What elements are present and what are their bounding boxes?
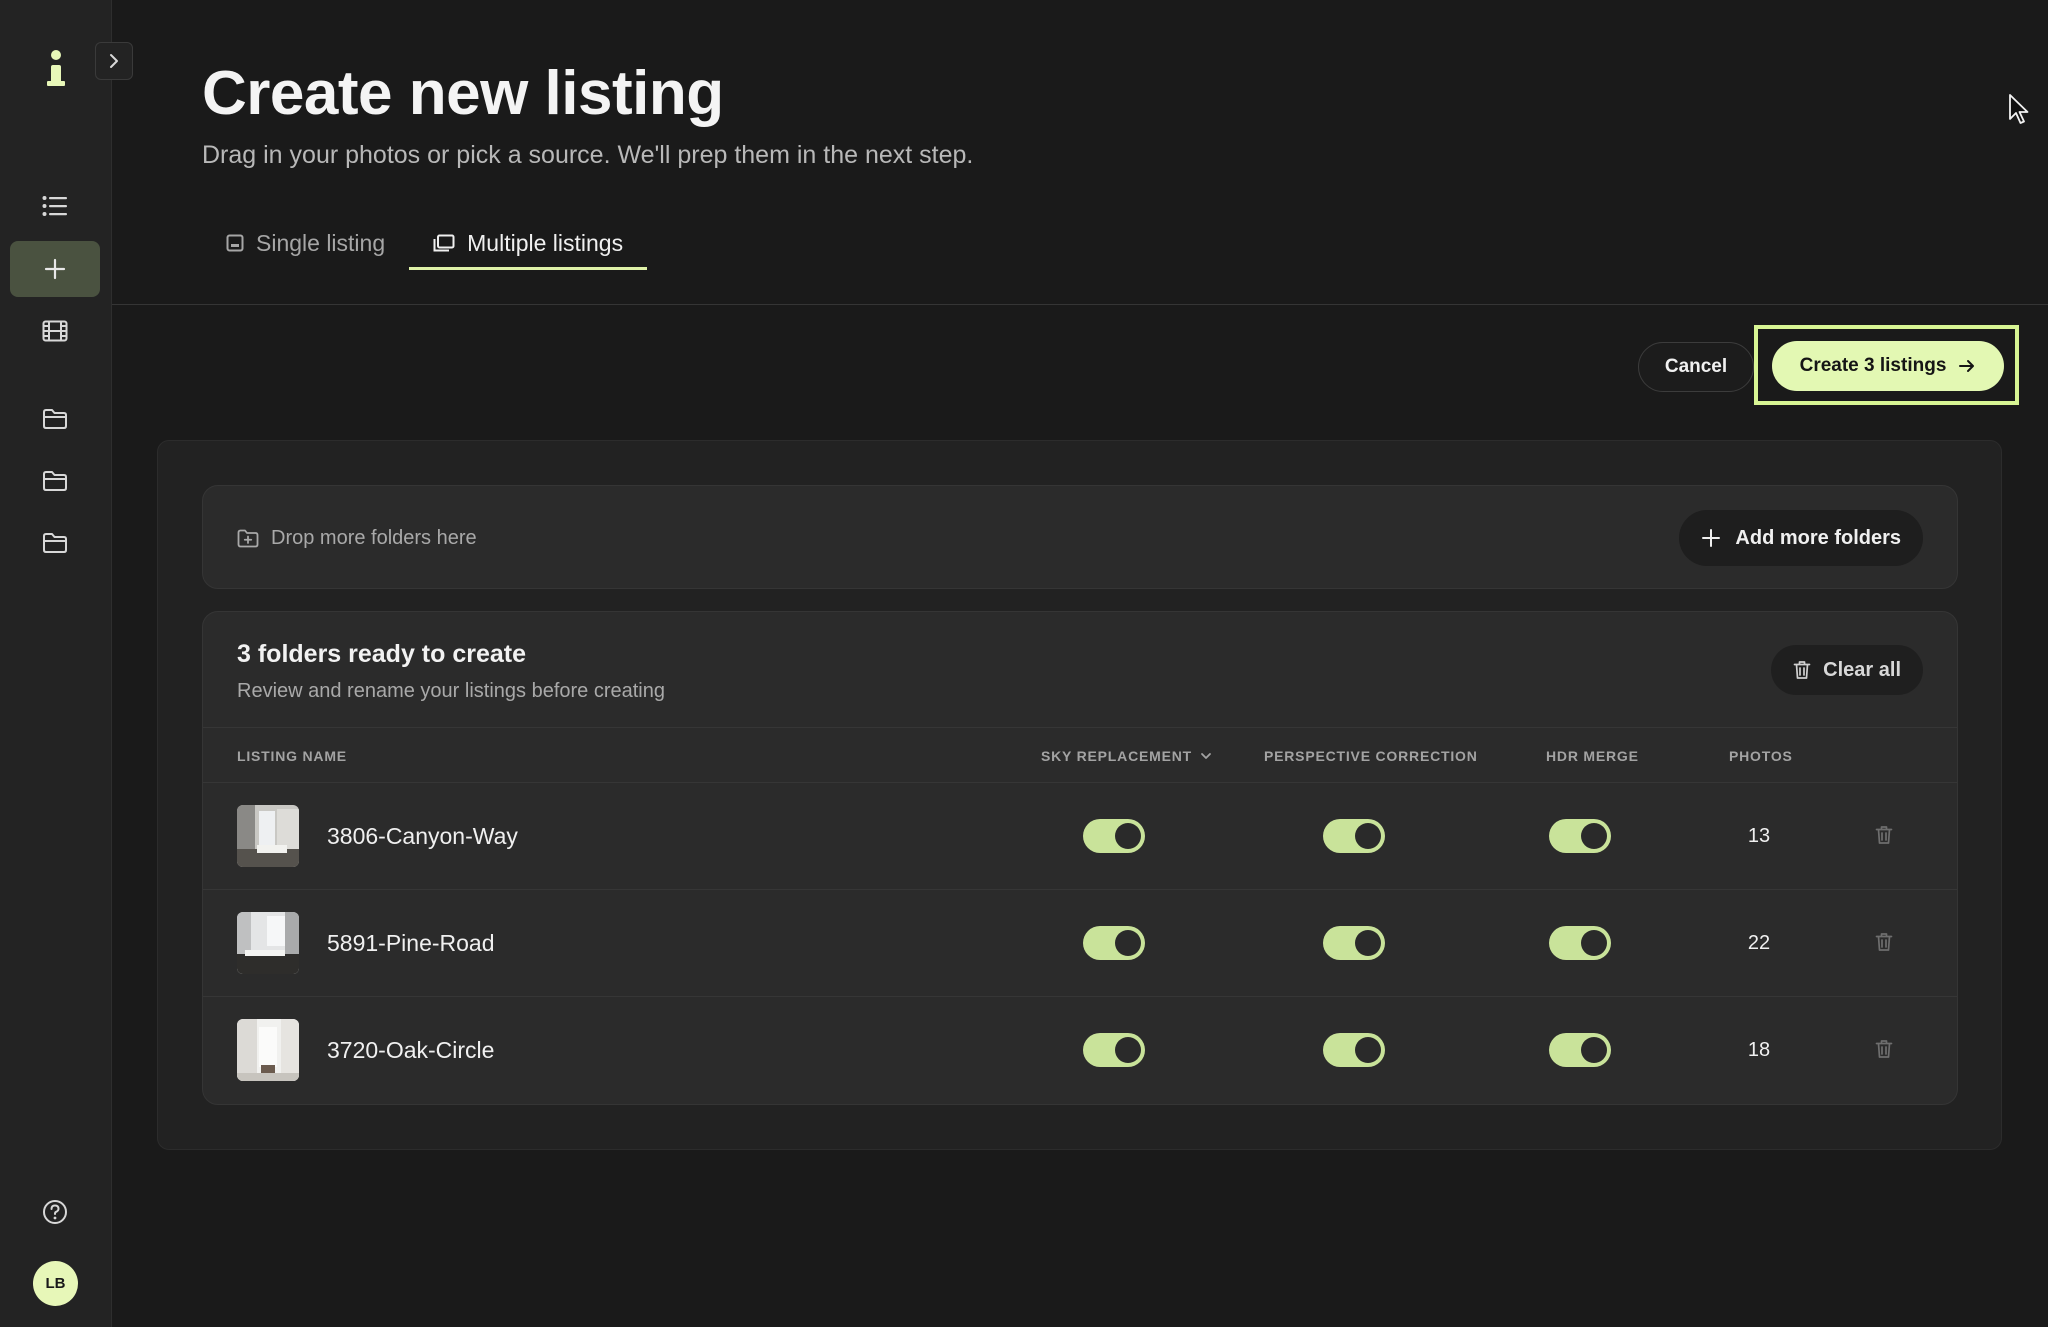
column-perspective-correction: PERSPECTIVE CORRECTION (1264, 748, 1478, 764)
listing-thumbnail (237, 1019, 299, 1081)
delete-row-button[interactable] (1875, 825, 1897, 849)
page-title: Create new listing (202, 59, 724, 128)
clear-all-button[interactable]: Clear all (1771, 645, 1923, 695)
sidebar-item-folder-3[interactable] (10, 515, 100, 571)
delete-row-button[interactable] (1875, 932, 1897, 956)
sidebar-item-create[interactable] (10, 241, 100, 297)
page-subtitle: Drag in your photos or pick a source. We… (202, 141, 974, 169)
sky-replacement-toggle[interactable] (1083, 926, 1145, 960)
sidebar-item-listings[interactable] (10, 178, 100, 234)
sky-replacement-toggle[interactable] (1083, 819, 1145, 853)
perspective-correction-toggle[interactable] (1323, 926, 1385, 960)
plus-icon (44, 258, 66, 280)
folder-icon (43, 533, 67, 553)
folder-icon (43, 471, 67, 491)
folders-ready-title: 3 folders ready to create (237, 640, 527, 668)
photo-count: 13 (1747, 825, 1771, 847)
column-photos: PHOTOS (1729, 748, 1793, 764)
tab-single-listing-label: Single listing (256, 229, 386, 256)
help-icon (43, 1200, 67, 1224)
create-listings-label: Create 3 listings (1799, 355, 1947, 376)
table-row: 3806-Canyon-Way 13 (203, 783, 1957, 890)
clear-all-label: Clear all (1823, 658, 1901, 681)
chevron-down-icon (1201, 753, 1211, 759)
add-more-folders-button[interactable]: Add more folders (1679, 510, 1923, 566)
help-button[interactable] (10, 1184, 100, 1240)
folder-icon (43, 409, 67, 429)
table-row: 5891-Pine-Road 22 (203, 890, 1957, 997)
photo-count: 18 (1747, 1039, 1771, 1061)
table-header: LISTING NAME SKY REPLACEMENT PERSPECTIVE… (203, 727, 1957, 783)
perspective-correction-toggle[interactable] (1323, 1033, 1385, 1067)
hdr-merge-toggle[interactable] (1549, 1033, 1611, 1067)
tab-multiple-listings-label: Multiple listings (467, 229, 624, 256)
create-listings-button[interactable]: Create 3 listings (1772, 341, 2004, 391)
app-logo[interactable] (42, 50, 70, 90)
arrow-right-icon (1959, 360, 1975, 372)
avatar[interactable]: LB (33, 1261, 78, 1306)
image-icon (226, 234, 244, 252)
perspective-correction-toggle[interactable] (1323, 819, 1385, 853)
table-row: 3720-Oak-Circle 18 (203, 997, 1957, 1104)
delete-row-button[interactable] (1875, 1039, 1897, 1063)
sidebar: LB (0, 0, 112, 1327)
hdr-merge-toggle[interactable] (1549, 926, 1611, 960)
folder-plus-icon (237, 529, 259, 547)
column-sky-replacement-label: SKY REPLACEMENT (1041, 748, 1192, 764)
sky-replacement-toggle[interactable] (1083, 1033, 1145, 1067)
trash-icon (1793, 661, 1811, 679)
list-icon (42, 196, 67, 216)
listing-name[interactable]: 3720-Oak-Circle (327, 997, 494, 1104)
drop-zone-text: Drop more folders here (271, 526, 477, 549)
film-icon (42, 320, 68, 342)
trash-icon (1875, 933, 1893, 951)
trash-icon (1875, 1040, 1893, 1058)
folders-list-card: 3 folders ready to create Review and ren… (202, 611, 1958, 1105)
mouse-cursor-icon (2009, 94, 2029, 124)
folders-ready-subtitle: Review and rename your listings before c… (237, 680, 665, 702)
column-sky-replacement[interactable]: SKY REPLACEMENT (1041, 728, 1212, 784)
column-listing-name: LISTING NAME (237, 748, 347, 764)
images-icon (433, 234, 455, 252)
sidebar-item-folder-1[interactable] (10, 391, 100, 447)
tab-multiple-listings[interactable]: Multiple listings (409, 216, 648, 270)
listing-name[interactable]: 3806-Canyon-Way (327, 783, 518, 890)
add-more-folders-label: Add more folders (1735, 526, 1901, 549)
listing-name[interactable]: 5891-Pine-Road (327, 890, 495, 997)
listing-thumbnail (237, 912, 299, 974)
plus-icon (1702, 529, 1721, 547)
cancel-button[interactable]: Cancel (1638, 342, 1754, 392)
sidebar-item-folder-2[interactable] (10, 453, 100, 509)
listing-thumbnail (237, 805, 299, 867)
hdr-merge-toggle[interactable] (1549, 819, 1611, 853)
sidebar-item-videos[interactable] (10, 303, 100, 359)
trash-icon (1875, 826, 1893, 844)
photo-count: 22 (1747, 932, 1771, 954)
column-hdr-merge: HDR MERGE (1546, 748, 1639, 764)
header-divider (112, 304, 2048, 305)
drop-zone-label: Drop more folders here (237, 486, 477, 590)
listing-tabs: Single listing Multiple listings (202, 216, 648, 270)
tab-single-listing[interactable]: Single listing (202, 216, 409, 270)
folder-drop-zone[interactable]: Drop more folders here Add more folders (202, 485, 1958, 589)
chevron-right-icon (110, 54, 118, 68)
expand-sidebar-button[interactable] (95, 42, 133, 80)
